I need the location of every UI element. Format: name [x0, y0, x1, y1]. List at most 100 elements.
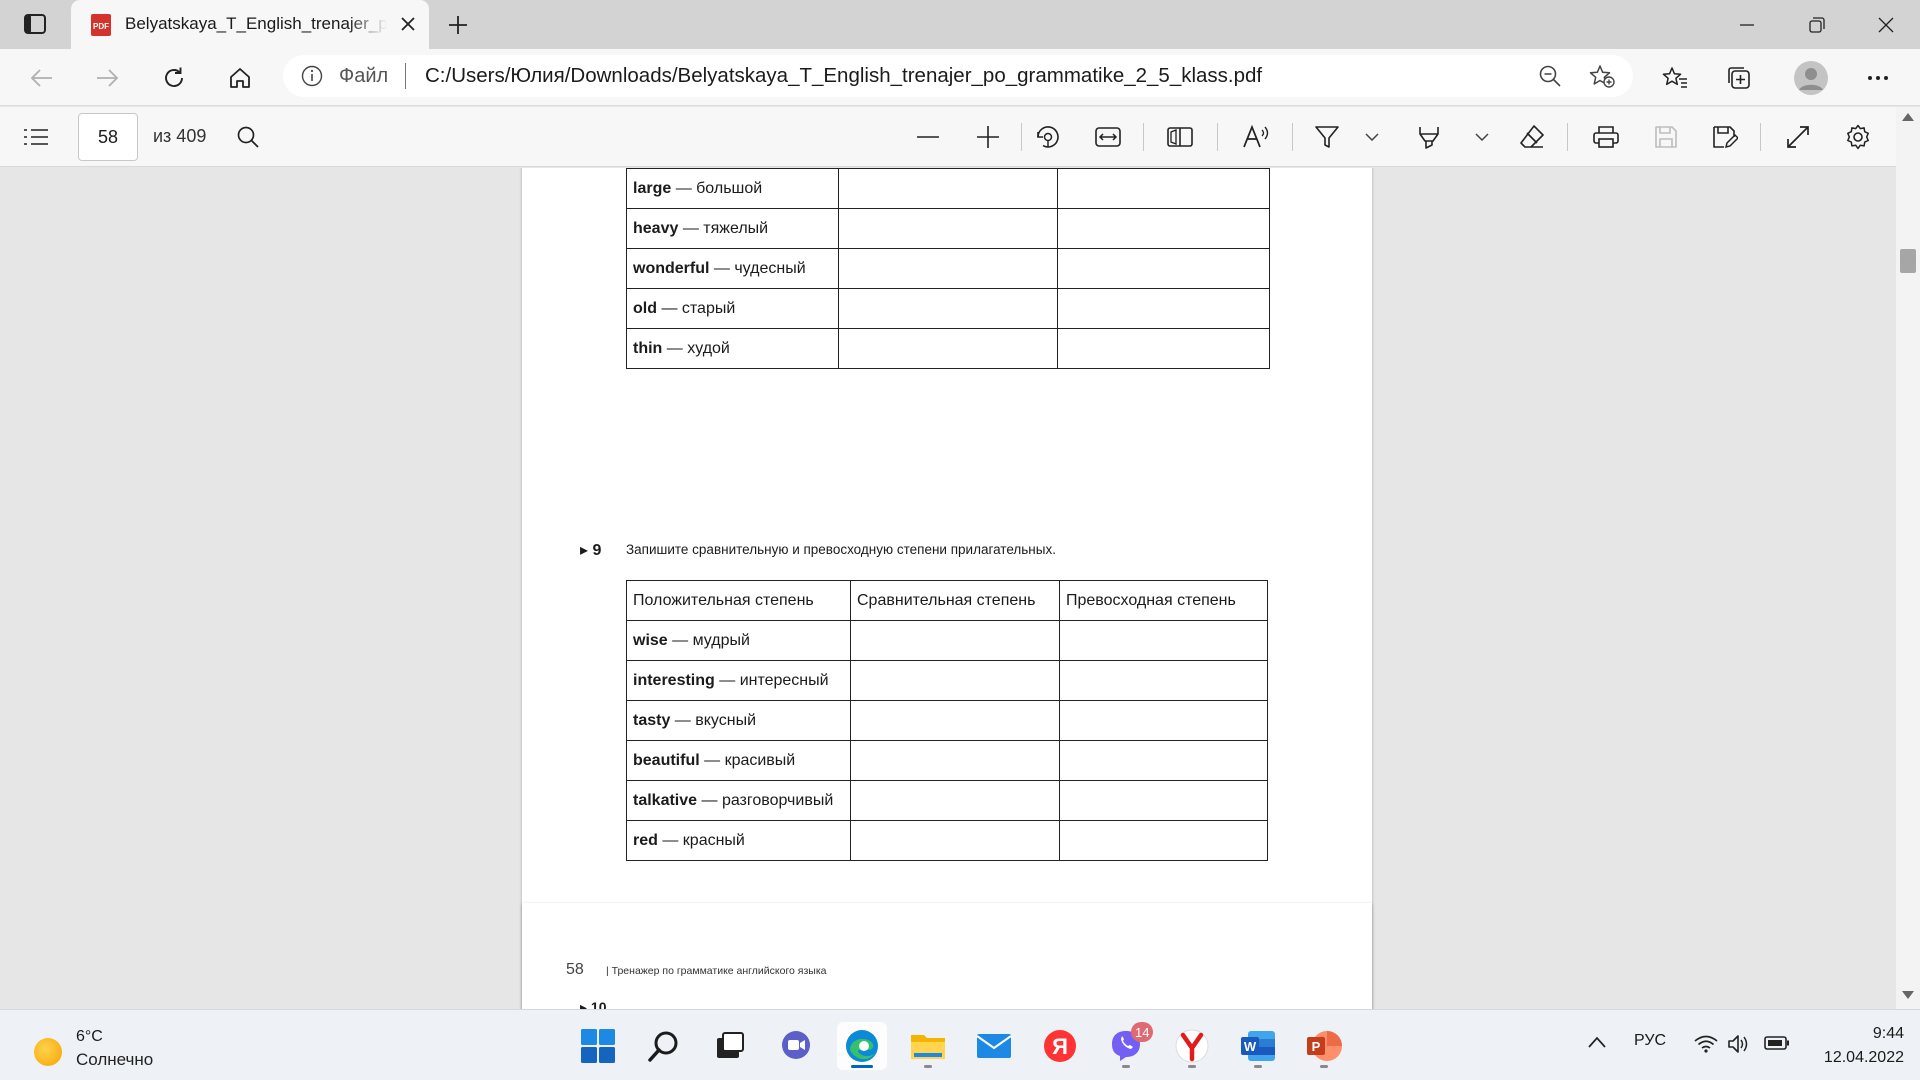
task-view-icon[interactable]	[705, 1022, 755, 1070]
add-favorite-icon[interactable]	[1589, 64, 1615, 88]
adjective-word: wise	[633, 631, 668, 649]
comparative-cell	[838, 288, 1058, 329]
table-of-contents-icon[interactable]	[20, 121, 52, 153]
page-view-icon[interactable]	[1164, 121, 1196, 153]
pdf-toolbar: 58 из 409	[0, 107, 1920, 167]
zoom-out-pdf-icon[interactable]	[912, 121, 944, 153]
taskbar-search-icon[interactable]	[639, 1022, 689, 1070]
running-indicator	[851, 1065, 873, 1068]
table-row: beautiful — красивый	[626, 740, 1268, 781]
adjective-word: wonderful	[633, 259, 710, 277]
vertical-scrollbar[interactable]	[1896, 107, 1920, 1009]
taskbar: 6°C Солнечно Я 14 W P РУС 9:44 12.04.202…	[0, 1009, 1920, 1080]
notification-badge: 14	[1131, 1022, 1154, 1042]
active-tab[interactable]: PDF Belyatskaya_T_English_trenajer_po_gr…	[71, 0, 429, 49]
toolbar-divider	[1567, 123, 1568, 151]
restore-icon[interactable]	[1803, 11, 1831, 39]
system-clock[interactable]: 9:44 12.04.2022	[1800, 1022, 1904, 1070]
clock-date: 12.04.2022	[1823, 1049, 1904, 1066]
minimize-icon[interactable]	[1733, 11, 1761, 39]
draw-icon[interactable]	[1311, 121, 1343, 153]
table-exercise-8: active — активныйlarge — большойheavy — …	[626, 168, 1270, 369]
favorites-icon[interactable]	[1658, 61, 1692, 95]
table-header: Положительная степень	[626, 580, 851, 621]
refresh-icon[interactable]	[157, 61, 191, 95]
show-hidden-icons-chevron-icon[interactable]	[1588, 1036, 1606, 1048]
profile-avatar[interactable]	[1791, 58, 1831, 98]
close-tab-icon[interactable]	[396, 12, 420, 36]
highlight-options-chevron-icon[interactable]	[1472, 121, 1492, 153]
svg-text:PDF: PDF	[93, 22, 109, 31]
table-row: heavy — тяжелый	[626, 208, 1270, 249]
teams-chat-icon[interactable]	[771, 1022, 821, 1070]
running-indicator	[1188, 1065, 1196, 1068]
save-icon[interactable]	[1650, 121, 1682, 153]
adjective-translation: — разговорчивый	[697, 791, 834, 809]
new-tab-button[interactable]	[444, 11, 472, 39]
close-window-icon[interactable]	[1872, 11, 1900, 39]
superlative-cell	[1059, 660, 1268, 701]
highlight-icon[interactable]	[1413, 121, 1445, 153]
adjective-cell: wonderful — чудесный	[626, 248, 839, 289]
next-exercise-number: ▸ 10	[580, 999, 607, 1009]
exercise-instruction: Запишите сравнительную и превосходную ст…	[626, 542, 1056, 557]
address-bar[interactable]: Файл C:/Users/Юлия/Downloads/Belyatskaya…	[283, 55, 1633, 97]
battery-icon[interactable]	[1764, 1036, 1790, 1050]
adjective-word: large	[633, 179, 672, 197]
start-button[interactable]	[573, 1022, 623, 1070]
table-row: talkative — разговорчивый	[626, 780, 1268, 821]
adjective-translation: — старый	[657, 299, 736, 317]
url-text[interactable]: C:/Users/Юлия/Downloads/Belyatskaya_T_En…	[425, 64, 1262, 88]
search-icon[interactable]	[232, 121, 264, 153]
svg-text:Я: Я	[1052, 1034, 1068, 1059]
superlative-cell	[1059, 740, 1268, 781]
volume-icon[interactable]	[1727, 1034, 1749, 1054]
print-icon[interactable]	[1590, 121, 1622, 153]
powerpoint-icon[interactable]: P	[1299, 1022, 1349, 1070]
home-icon[interactable]	[223, 61, 257, 95]
settings-gear-icon[interactable]	[1842, 121, 1874, 153]
rotate-icon[interactable]	[1032, 121, 1064, 153]
tab-title: Belyatskaya_T_English_trenajer_po_gramma…	[125, 14, 387, 33]
back-icon[interactable]	[25, 61, 59, 95]
weather-condition: Солнечно	[76, 1050, 154, 1069]
scrollbar-thumb[interactable]	[1900, 249, 1916, 273]
zoom-in-pdf-icon[interactable]	[972, 121, 1004, 153]
yandex-icon[interactable]: Я	[1035, 1022, 1085, 1070]
scroll-up-icon[interactable]	[1902, 113, 1914, 121]
input-language[interactable]: РУС	[1634, 1032, 1666, 1050]
running-indicator	[1320, 1065, 1328, 1068]
adjective-word: tasty	[633, 711, 671, 729]
wifi-icon[interactable]	[1694, 1035, 1718, 1053]
more-options-icon[interactable]	[1861, 61, 1895, 95]
superlative-cell	[1057, 208, 1270, 249]
read-aloud-icon[interactable]	[1240, 121, 1272, 153]
weather-temperature: 6°C	[76, 1028, 103, 1045]
page-number-input[interactable]: 58	[78, 113, 138, 161]
draw-options-chevron-icon[interactable]	[1362, 121, 1382, 153]
site-info-icon[interactable]	[301, 65, 323, 87]
save-as-icon[interactable]	[1709, 121, 1741, 153]
collections-icon[interactable]	[1722, 61, 1756, 95]
file-explorer-icon[interactable]	[903, 1022, 953, 1070]
yandex-browser-icon[interactable]	[1167, 1022, 1217, 1070]
fit-to-width-icon[interactable]	[1092, 121, 1124, 153]
url-scheme-label: Файл	[339, 65, 389, 87]
adjective-cell: tasty — вкусный	[626, 700, 851, 741]
pdf-page: 58 | Тренажер по грамматике английского …	[522, 903, 1372, 1009]
mail-icon[interactable]	[969, 1022, 1019, 1070]
viber-icon[interactable]: 14	[1101, 1022, 1154, 1070]
superlative-cell	[1057, 328, 1270, 369]
pdf-viewer[interactable]: active — активныйlarge — большойheavy — …	[0, 168, 1920, 1009]
tab-actions-icon[interactable]	[19, 10, 51, 38]
weather-widget[interactable]: 6°C Солнечно	[30, 1024, 190, 1069]
adjective-cell: red — красный	[626, 820, 851, 861]
edge-browser-icon[interactable]	[837, 1022, 887, 1070]
fullscreen-icon[interactable]	[1782, 121, 1814, 153]
zoom-out-icon[interactable]	[1538, 64, 1562, 88]
word-icon[interactable]: W	[1233, 1022, 1283, 1070]
erase-icon[interactable]	[1516, 121, 1548, 153]
adjective-word: thin	[633, 339, 663, 357]
forward-icon[interactable]	[90, 61, 124, 95]
scroll-down-icon[interactable]	[1902, 991, 1914, 999]
